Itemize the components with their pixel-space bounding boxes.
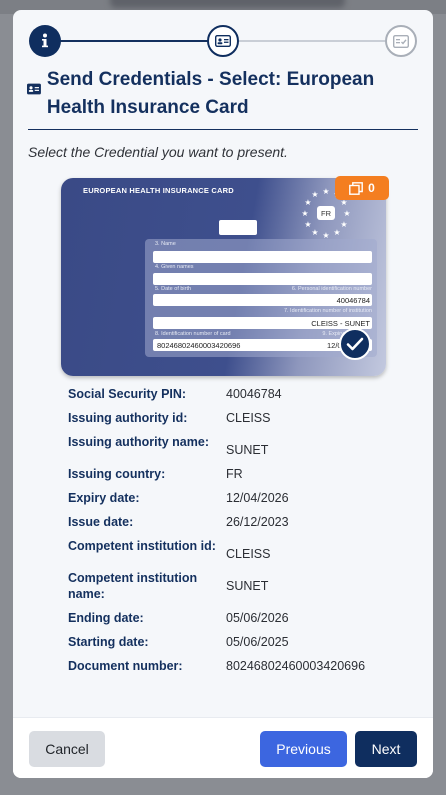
stepper-line-pending — [239, 40, 385, 42]
detail-label: Document number: — [68, 659, 183, 673]
card-field-name — [153, 251, 372, 263]
svg-text:★: ★ — [311, 228, 318, 237]
detail-label: Competent institution id: — [68, 539, 216, 553]
detail-row: Ending date: 05/06/2026 — [68, 610, 408, 626]
step-select-credential[interactable] — [207, 25, 239, 57]
detail-value: SUNET — [226, 443, 269, 457]
detail-row: Issuing authority name: SUNET — [68, 434, 408, 458]
card-label-name: 3. Name — [155, 241, 176, 247]
svg-text:★: ★ — [311, 190, 318, 199]
card-value-institution: CLEISS - SUNET — [311, 319, 370, 328]
detail-row: Expiry date: 12/04/2026 — [68, 490, 408, 506]
detail-label: Ending date: — [68, 611, 144, 625]
detail-row: Social Security PIN: 40046784 — [68, 386, 408, 402]
detail-value: CLEISS — [226, 547, 271, 561]
country-code: FR — [321, 209, 331, 218]
info-icon — [42, 33, 48, 48]
badge-count: 0 — [368, 181, 375, 195]
next-button[interactable]: Next — [355, 731, 417, 767]
previous-button[interactable]: Previous — [260, 731, 347, 767]
detail-value: 12/04/2026 — [226, 491, 289, 505]
card-label-pin: 6. Personal identification number — [291, 286, 372, 292]
credential-card-ehic[interactable]: EUROPEAN HEALTH INSURANCE CARD ★ ★ ★ ★ ★… — [61, 178, 386, 376]
detail-value: SUNET — [226, 579, 269, 593]
backdrop-blurred-element — [110, 0, 345, 8]
modal-footer: Cancel Previous Next — [13, 717, 433, 778]
card-chip — [219, 220, 257, 235]
page-title: Send Credentials - Select: European Heal… — [46, 69, 375, 118]
svg-text:★: ★ — [301, 209, 308, 218]
detail-row: Issue date: 26/12/2023 — [68, 514, 408, 530]
svg-text:★: ★ — [343, 209, 350, 218]
detail-label: Issue date: — [68, 515, 134, 529]
card-field-given-names — [153, 273, 372, 285]
card-label-card-id: 8. Identification number of card — [155, 331, 231, 337]
svg-text:★: ★ — [322, 187, 329, 196]
detail-value: FR — [226, 467, 243, 481]
stepper-line-completed — [59, 40, 221, 42]
selected-check-icon — [339, 328, 371, 360]
card-heading: EUROPEAN HEALTH INSURANCE CARD — [83, 186, 234, 195]
detail-row: Competent institution name: SUNET — [68, 570, 408, 602]
send-credentials-modal: Send Credentials - Select: European Heal… — [13, 10, 433, 778]
detail-row: Document number: 80246802460003420696 — [68, 658, 408, 674]
copies-icon — [349, 181, 364, 195]
credential-count-badge: 0 — [335, 176, 389, 200]
card-label-given-names: 4. Given names — [155, 264, 194, 270]
detail-label: Expiry date: — [68, 491, 140, 505]
card-value-pin: 40046784 — [336, 296, 370, 305]
svg-text:★: ★ — [304, 198, 311, 207]
svg-text:★: ★ — [340, 220, 347, 229]
card-label-dob: 5. Date of birth — [155, 286, 192, 292]
detail-value: 40046784 — [226, 387, 282, 401]
detail-label: Issuing authority name: — [68, 435, 209, 449]
id-card-icon — [27, 83, 41, 95]
title-divider — [28, 129, 418, 130]
detail-label: Social Security PIN: — [68, 387, 187, 401]
detail-value: CLEISS — [226, 411, 271, 425]
detail-label: Starting date: — [68, 635, 149, 649]
svg-text:★: ★ — [304, 220, 311, 229]
instruction-text: Select the Credential you want to presen… — [28, 144, 288, 160]
id-card-icon — [215, 35, 231, 47]
card-value-card-id: 80246802460003420696 — [157, 341, 241, 350]
detail-row: Issuing country: FR — [68, 466, 408, 482]
detail-label: Issuing authority id: — [68, 411, 188, 425]
detail-row: Issuing authority id: CLEISS — [68, 410, 408, 426]
detail-row: Competent institution id: CLEISS — [68, 538, 408, 562]
detail-value: 05/06/2026 — [226, 611, 289, 625]
detail-row: Starting date: 05/06/2025 — [68, 634, 408, 650]
detail-value: 80246802460003420696 — [226, 659, 366, 673]
detail-label: Issuing country: — [68, 467, 166, 481]
modal-header: Send Credentials - Select: European Heal… — [27, 66, 419, 122]
detail-value: 05/06/2025 — [226, 635, 289, 649]
cancel-button[interactable]: Cancel — [29, 731, 105, 767]
checklist-icon — [393, 34, 409, 48]
detail-label: Competent institution name: — [68, 571, 198, 601]
step-info[interactable] — [29, 25, 61, 57]
progress-stepper — [13, 24, 433, 58]
svg-text:★: ★ — [333, 228, 340, 237]
detail-value: 26/12/2023 — [226, 515, 289, 529]
card-label-institution: 7. Identification number of institution — [283, 308, 372, 314]
step-review[interactable] — [385, 25, 417, 57]
credential-details-list: Social Security PIN: 40046784 Issuing au… — [68, 386, 408, 682]
